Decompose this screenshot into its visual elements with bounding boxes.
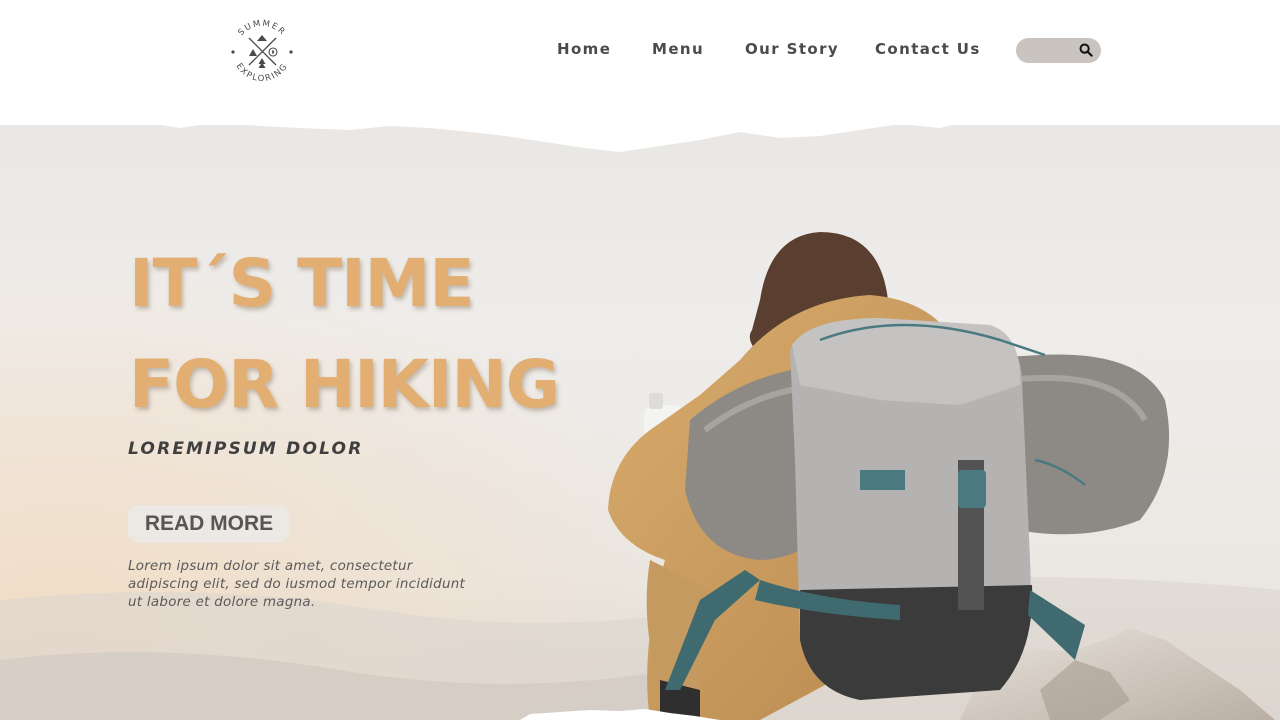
hero-headline-line-1: IT´S TIME bbox=[129, 245, 474, 322]
hero-body-line: ut labore et dolore magna. bbox=[128, 595, 316, 610]
nav-home-link[interactable]: Home bbox=[557, 40, 611, 58]
hero-headline-line-2: FOR HIKING bbox=[129, 346, 560, 423]
read-more-button[interactable]: READ MORE bbox=[128, 505, 290, 543]
site-header: SUMMER EXPLORING Home Menu Our Story Con… bbox=[0, 0, 1280, 125]
hero-subheading: LOREMIPSUM DOLOR bbox=[128, 439, 364, 459]
tree-icon bbox=[258, 58, 266, 68]
search-icon[interactable] bbox=[1079, 43, 1093, 57]
mountain-icon bbox=[257, 35, 267, 41]
nav-our-story-link[interactable]: Our Story bbox=[745, 40, 839, 58]
tent-icon bbox=[249, 49, 257, 56]
hero-body-line: Lorem ipsum dolor sit amet, consectetur bbox=[128, 559, 413, 574]
search-bar[interactable] bbox=[1016, 38, 1101, 63]
brand-logo[interactable]: SUMMER EXPLORING bbox=[224, 14, 300, 86]
torn-paper-edge-bottom bbox=[520, 709, 720, 720]
hero-body-text: Lorem ipsum dolor sit amet, consectetur … bbox=[128, 558, 488, 612]
nav-menu-link[interactable]: Menu bbox=[652, 40, 704, 58]
nav-contact-us-link[interactable]: Contact Us bbox=[875, 40, 981, 58]
compass-icon bbox=[268, 47, 278, 57]
summer-exploring-logo-icon: SUMMER EXPLORING bbox=[231, 19, 293, 84]
hero-body-line: adipiscing elit, sed do iusmod tempor in… bbox=[128, 577, 466, 592]
search-input[interactable] bbox=[1026, 41, 1078, 60]
